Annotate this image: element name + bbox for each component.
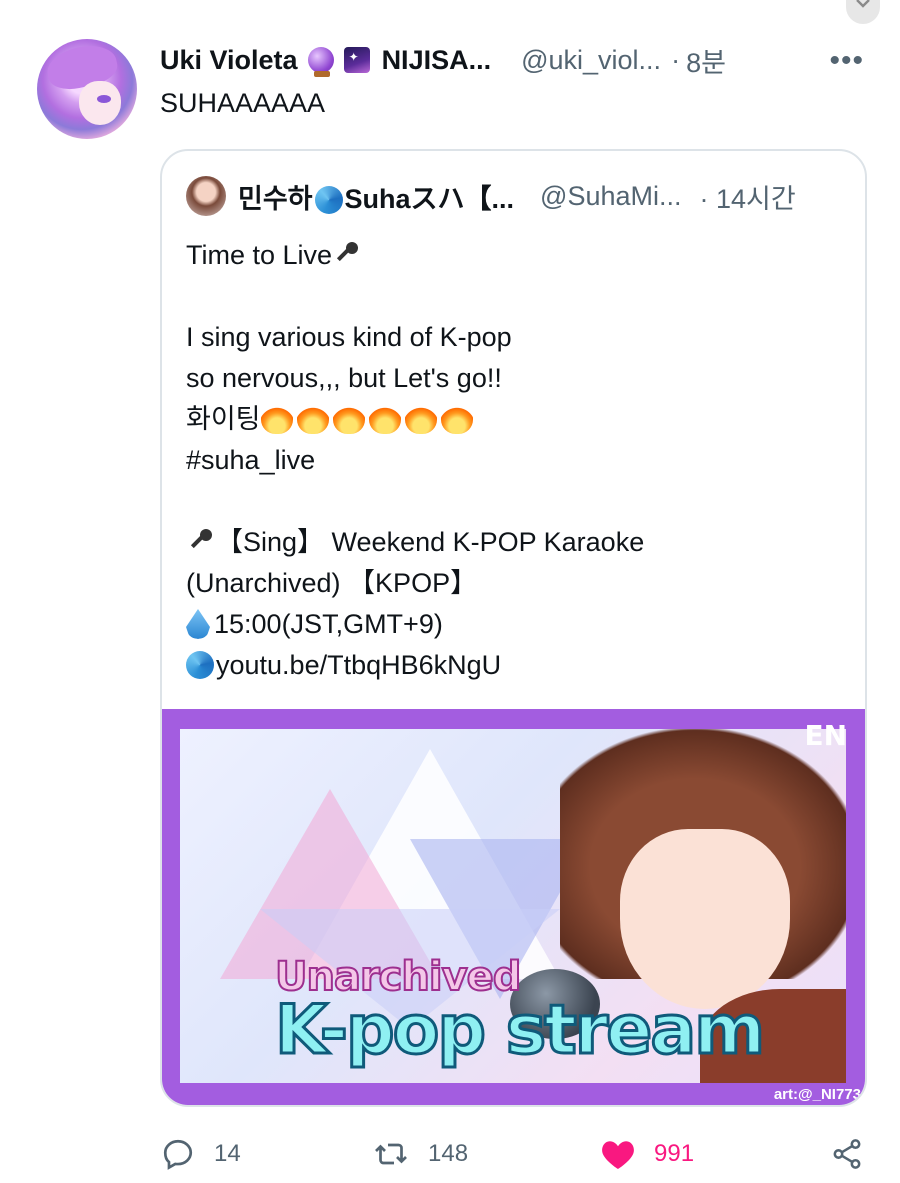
quote-time[interactable]: · 14시간 <box>700 177 796 216</box>
microphone-icon <box>332 240 362 270</box>
body-line: (Unarchived) 【KPOP】 <box>186 568 478 598</box>
crystal-ball-icon <box>307 47 334 77</box>
wave-icon <box>314 186 343 215</box>
language-tag: EN <box>804 719 847 752</box>
reply-count: 14 <box>214 1140 241 1167</box>
body-line: youtu.be/TtbqHB6kNgU <box>186 645 644 686</box>
body-line: so nervous,,, but Let's go!! <box>186 363 502 393</box>
body-line: 【Sing】 Weekend K-POP Karaoke <box>186 522 644 563</box>
quote-header: 민수하 Suhaスハ【... @SuhaMi... · 14시간 <box>186 175 843 217</box>
quote-name-suffix: Suhaスハ【... <box>344 183 515 214</box>
body-text: Time to Live <box>186 240 333 270</box>
body-line: 15:00(JST,GMT+9) <box>186 604 644 645</box>
body-text: 15:00(JST,GMT+9) <box>214 609 443 639</box>
microphone-icon <box>186 527 216 557</box>
retweet-icon <box>375 1143 407 1165</box>
retweet-count: 148 <box>428 1140 469 1167</box>
tweet-header: Uki Violeta NIJISA... @uki_viol... · 8분 … <box>160 40 870 80</box>
scroll-top-button[interactable] <box>846 0 880 24</box>
retweet-button[interactable]: 148 <box>372 1132 468 1176</box>
thumbnail-title: K-pop stream <box>273 990 766 1072</box>
fire-icon <box>296 402 329 434</box>
like-button[interactable]: 991 <box>600 1132 694 1176</box>
more-options-button[interactable]: ••• <box>829 44 864 78</box>
wave-icon <box>186 651 214 679</box>
quote-name-prefix: 민수하 <box>238 183 313 214</box>
hashtag-link[interactable]: #suha_live <box>186 440 644 481</box>
chevron-down-icon <box>856 0 870 8</box>
reply-button[interactable]: 14 <box>160 1132 241 1176</box>
author-handle[interactable]: @uki_viol... <box>521 45 661 76</box>
share-button[interactable] <box>830 1132 864 1176</box>
body-text: 【Sing】 Weekend K-POP Karaoke <box>216 527 645 557</box>
body-text: 화이팅 <box>186 404 261 434</box>
fire-icon <box>368 402 401 434</box>
quote-author-name[interactable]: 민수하 Suhaスハ【... <box>238 177 514 216</box>
droplet-icon <box>186 609 210 639</box>
author-name[interactable]: Uki Violeta <box>160 45 298 76</box>
separator-dot: · <box>671 44 681 75</box>
reply-icon <box>163 1139 193 1170</box>
fire-icon <box>332 402 365 434</box>
body-line: 화이팅 <box>186 399 644 440</box>
night-sky-icon <box>343 47 370 73</box>
like-count: 991 <box>654 1140 695 1167</box>
art-credit: art:@_NI773 <box>773 1086 861 1103</box>
author-avatar[interactable] <box>37 39 137 139</box>
body-line: I sing various kind of K-pop <box>186 322 512 352</box>
tweet-time[interactable]: 8분 <box>686 41 726 80</box>
fire-icon <box>260 402 293 434</box>
stream-thumbnail[interactable]: Unarchived K-pop stream EN art:@_NI773 <box>162 709 865 1105</box>
quoted-tweet[interactable]: 민수하 Suhaスハ【... @SuhaMi... · 14시간 Time to … <box>160 149 867 1107</box>
fire-icon <box>440 402 473 434</box>
thumbnail-artwork: Unarchived K-pop stream <box>180 729 846 1083</box>
body-line: Time to Live <box>186 235 644 276</box>
quote-body: Time to Live I sing various kind of K-po… <box>186 235 644 686</box>
tweet-actions: 14 148 991 <box>160 1132 870 1176</box>
tweet-text: SUHAAAAAA <box>160 88 326 118</box>
share-icon <box>833 1139 861 1169</box>
fire-icon <box>404 402 437 434</box>
quote-author-handle[interactable]: @SuhaMi... <box>540 181 681 212</box>
quote-avatar[interactable] <box>186 176 226 216</box>
author-org[interactable]: NIJISA... <box>382 45 492 76</box>
youtube-link[interactable]: youtu.be/TtbqHB6kNgU <box>216 650 501 680</box>
heart-icon <box>602 1141 634 1169</box>
